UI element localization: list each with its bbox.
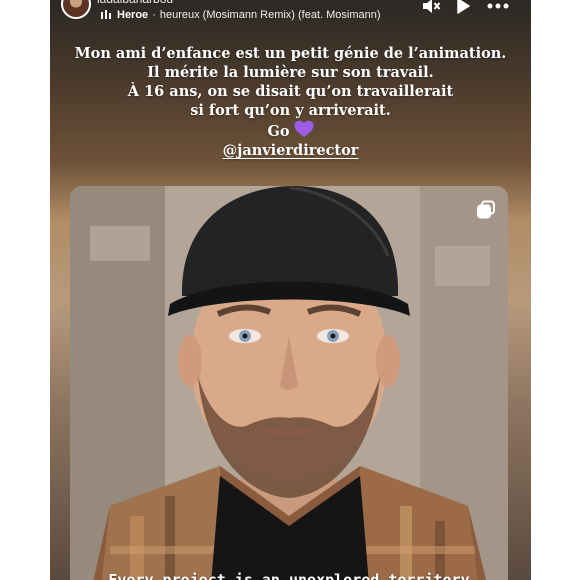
caption-line: À 16 ans, on se disait qu’on travaillera…: [127, 83, 454, 100]
play-icon: [455, 0, 471, 15]
audio-bars-icon: [100, 9, 112, 21]
mute-button[interactable]: [420, 0, 442, 16]
music-separator: ·: [152, 9, 156, 21]
caption-line: Il mérite la lumière sur son travail.: [147, 64, 434, 81]
more-options-button[interactable]: [487, 0, 509, 16]
post-photo: [70, 186, 508, 580]
caption-go: Go: [267, 123, 290, 140]
shared-post[interactable]: Every project is an unexplored territory: [70, 186, 508, 580]
more-options-icon: [487, 2, 509, 10]
story-username[interactable]: ladalbanarbou: [97, 0, 173, 6]
music-sticker[interactable]: Heroe · heureux (Mosimann Remix) (feat. …: [100, 8, 381, 22]
music-subtitle: heureux (Mosimann Remix) (feat. Mosimann…: [159, 9, 381, 21]
caption-line: Mon ami d’enfance est un petit génie de …: [74, 45, 507, 62]
post-caption: Every project is an unexplored territory: [108, 571, 470, 580]
avatar[interactable]: [61, 0, 91, 19]
caption-line: si fort qu’on y arriverait.: [190, 102, 391, 119]
caption-go-line: Go: [50, 120, 531, 141]
purple-heart-icon: [294, 120, 314, 138]
play-button[interactable]: [452, 0, 474, 16]
mention-link[interactable]: @janvierdirector: [223, 141, 359, 160]
story-caption: Mon ami d’enfance est un petit génie de …: [50, 44, 531, 160]
story-header: ladalbanarbou Heroe · heureux (Mosimann …: [50, 0, 531, 34]
carousel-icon: [476, 200, 496, 220]
speaker-muted-icon: [421, 0, 441, 15]
music-title: Heroe: [117, 9, 149, 21]
story-view[interactable]: ladalbanarbou Heroe · heureux (Mosimann …: [50, 0, 531, 580]
